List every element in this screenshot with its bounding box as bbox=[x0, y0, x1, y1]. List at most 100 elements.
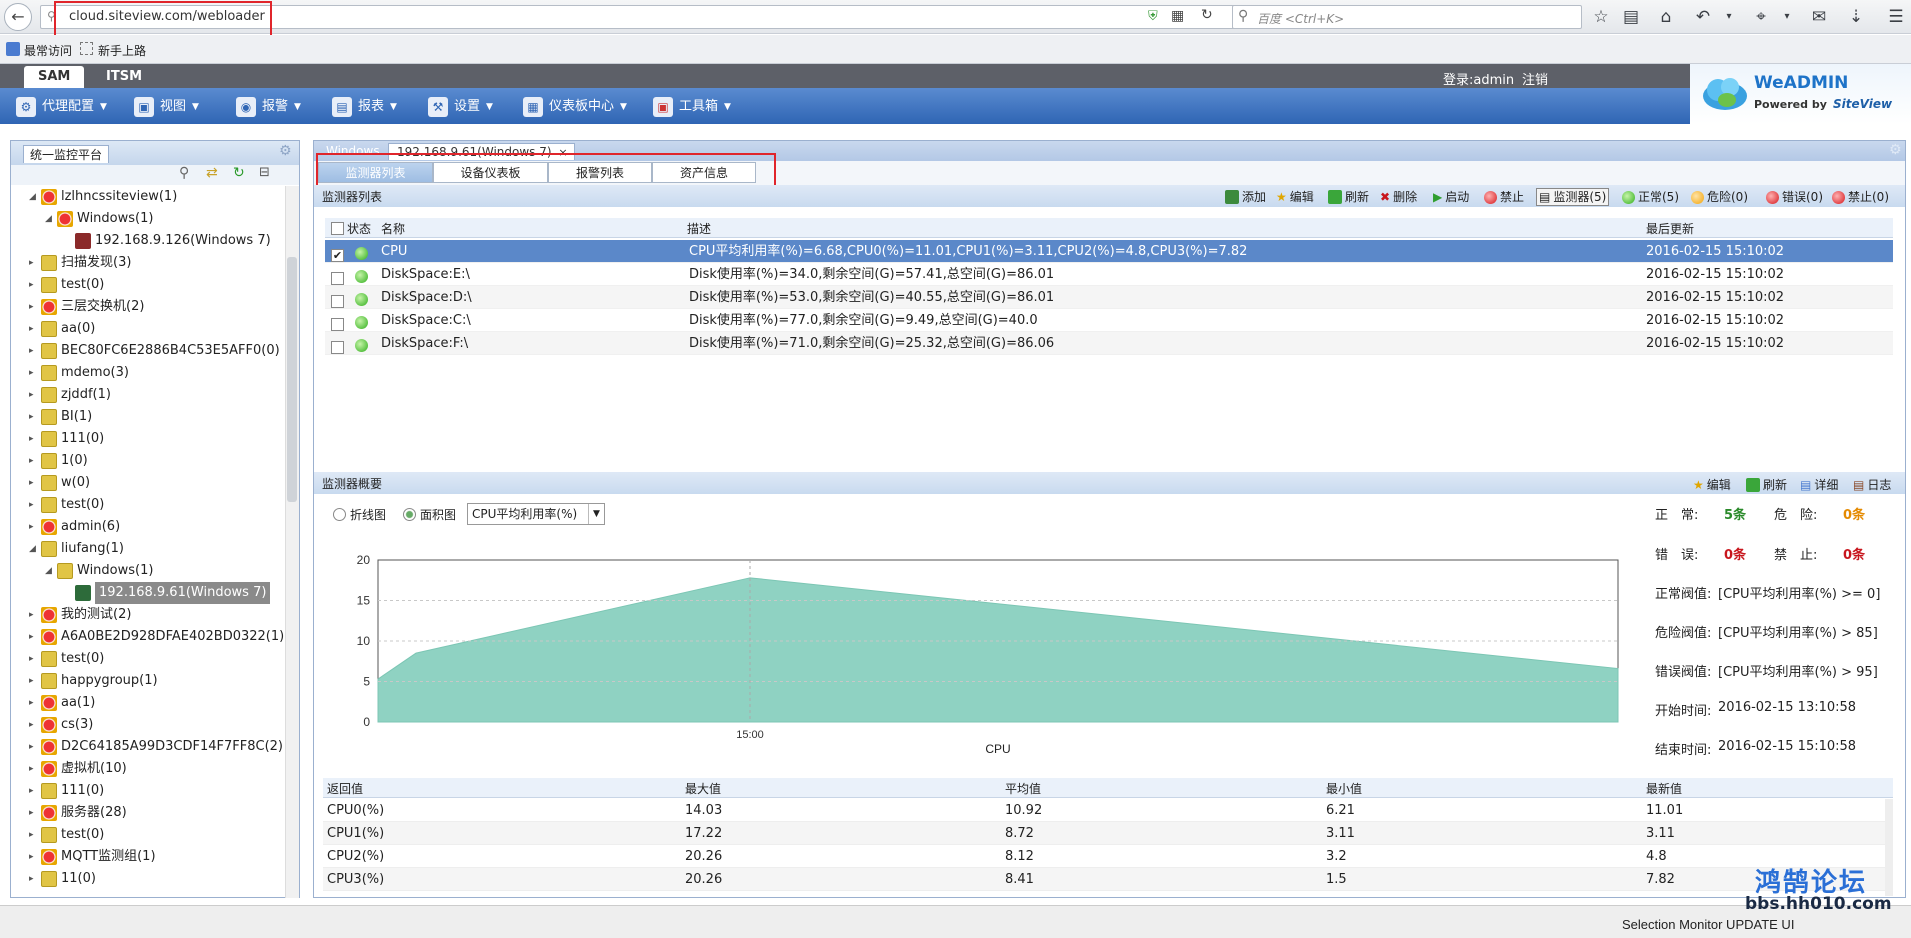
summary-edit-button[interactable]: ★ 编辑 bbox=[1693, 476, 1731, 494]
gear-icon[interactable]: ⚙ bbox=[279, 143, 292, 159]
expand-arrow-icon[interactable]: ▸ bbox=[29, 472, 37, 494]
shield-icon[interactable]: ⛨ bbox=[1148, 9, 1158, 24]
chevron-down-icon[interactable]: ▼ bbox=[588, 504, 604, 524]
row-checkbox[interactable] bbox=[331, 336, 344, 359]
tab-itsm[interactable]: ITSM bbox=[92, 66, 156, 88]
tree-item[interactable]: ▸ MQTT监测组(1) bbox=[29, 846, 156, 868]
expand-arrow-icon[interactable]: ▸ bbox=[29, 296, 37, 318]
tree-item[interactable]: ▸ 111(0) bbox=[29, 780, 104, 802]
chat-icon[interactable]: ✉ bbox=[1808, 6, 1830, 28]
expand-arrow-icon[interactable]: ▸ bbox=[29, 824, 37, 846]
expand-arrow-open-icon[interactable]: ◢ bbox=[45, 208, 53, 230]
table-row[interactable]: DiskSpace:E:\ Disk使用率(%)=34.0,剩余空间(G)=57.… bbox=[325, 263, 1893, 286]
menu-report[interactable]: ▤ 报表 ▼ bbox=[332, 96, 397, 118]
line-chart-radio[interactable]: 折线图 bbox=[333, 506, 386, 523]
expand-arrow-icon[interactable]: ▸ bbox=[29, 406, 37, 428]
expand-arrow-icon[interactable]: ▸ bbox=[29, 780, 37, 802]
summary-log-button[interactable]: ▤ 日志 bbox=[1853, 476, 1891, 494]
filter-forbidden[interactable]: 禁止(0) bbox=[1832, 188, 1889, 206]
disable-button[interactable]: 禁止 bbox=[1484, 188, 1524, 206]
chevron-down-icon[interactable]: ▾ bbox=[1718, 6, 1740, 28]
undo-icon[interactable]: ↶ bbox=[1692, 6, 1714, 28]
monitor-name[interactable]: DiskSpace:F:\ bbox=[381, 332, 468, 355]
tree-item[interactable]: ▸ cs(3) bbox=[29, 714, 93, 736]
star-icon[interactable]: ☆ bbox=[1590, 6, 1612, 28]
tree-item[interactable]: ▸ 扫描发现(3) bbox=[29, 252, 131, 274]
tree-item[interactable]: ▸ test(0) bbox=[29, 648, 104, 670]
reading-list-icon[interactable]: ▤ bbox=[1620, 6, 1642, 28]
table-row[interactable]: DiskSpace:F:\ Disk使用率(%)=71.0,剩余空间(G)=25.… bbox=[325, 332, 1893, 355]
menu-settings[interactable]: ⚒ 设置 ▼ bbox=[428, 96, 493, 118]
bookmark-most-visited[interactable]: 最常访问 bbox=[24, 42, 72, 59]
monitor-name[interactable]: CPU bbox=[381, 240, 407, 263]
locate-icon[interactable]: ⇄ bbox=[206, 165, 218, 181]
monitor-name[interactable]: DiskSpace:D:\ bbox=[381, 286, 472, 309]
expand-arrow-icon[interactable]: ▸ bbox=[29, 846, 37, 868]
menu-toolbox[interactable]: ▣ 工具箱 ▼ bbox=[653, 96, 731, 118]
col-name[interactable]: 名称 bbox=[381, 220, 405, 237]
expand-arrow-icon[interactable]: ▸ bbox=[29, 428, 37, 450]
monitors-button[interactable]: ▤ 监测器(5) bbox=[1536, 188, 1610, 206]
filter-normal[interactable]: 正常(5) bbox=[1622, 188, 1679, 206]
select-all-checkbox[interactable] bbox=[331, 221, 344, 235]
expand-arrow-icon[interactable]: ▸ bbox=[29, 692, 37, 714]
start-button[interactable]: ▶ 启动 bbox=[1433, 188, 1469, 206]
tree-item[interactable]: ▸ BI(1) bbox=[29, 406, 92, 428]
menu-icon[interactable]: ☰ bbox=[1885, 6, 1907, 28]
expand-arrow-icon[interactable]: ▸ bbox=[29, 362, 37, 384]
chevron-down-icon[interactable]: ▾ bbox=[1776, 6, 1798, 28]
home-icon[interactable]: ⌂ bbox=[1655, 6, 1677, 28]
delete-button[interactable]: ✖ 删除 bbox=[1380, 188, 1417, 206]
monitor-name[interactable]: DiskSpace:E:\ bbox=[381, 263, 470, 286]
expand-arrow-icon[interactable]: ▸ bbox=[29, 868, 37, 890]
table-row[interactable]: ✔ CPU CPU平均利用率(%)=6.68,CPU0(%)=11.01,CPU1(… bbox=[325, 240, 1893, 263]
tree-item[interactable]: ◢ lzlhncssiteview(1) bbox=[29, 186, 177, 208]
tree-item[interactable]: ◢ Windows(1) bbox=[45, 560, 153, 582]
tree-item[interactable]: ▸ test(0) bbox=[29, 274, 104, 296]
logout-link[interactable]: 注销 bbox=[1522, 69, 1548, 88]
tree-item[interactable]: ▸ D2C64185A99D3CDF14F7FF8C(2) bbox=[29, 736, 283, 758]
expand-arrow-icon[interactable]: ▸ bbox=[29, 450, 37, 472]
area-chart-radio[interactable]: 面积图 bbox=[403, 506, 456, 523]
table-row[interactable]: DiskSpace:D:\ Disk使用率(%)=53.0,剩余空间(G)=40.… bbox=[325, 286, 1893, 309]
expand-arrow-open-icon[interactable]: ◢ bbox=[29, 186, 37, 208]
summary-refresh-button[interactable]: 刷新 bbox=[1746, 476, 1787, 494]
monitor-name[interactable]: DiskSpace:C:\ bbox=[381, 309, 471, 332]
tree-item[interactable]: ▸ 111(0) bbox=[29, 428, 104, 450]
reload-icon[interactable]: ↻ bbox=[1201, 7, 1213, 23]
expand-arrow-open-icon[interactable]: ◢ bbox=[45, 560, 53, 582]
expand-arrow-icon[interactable]: ▸ bbox=[29, 252, 37, 274]
tree-item[interactable]: 192.168.9.61(Windows 7) bbox=[63, 582, 271, 604]
tree-item[interactable]: ▸ BEC80FC6E2886B4C53E5AFF0(0) bbox=[29, 340, 280, 362]
search-icon[interactable]: ⚲ bbox=[179, 165, 189, 181]
expand-arrow-icon[interactable]: ▸ bbox=[29, 736, 37, 758]
refresh-button[interactable]: 刷新 bbox=[1328, 188, 1369, 206]
tree-item[interactable]: ▸ 我的测试(2) bbox=[29, 604, 131, 626]
tree-item[interactable]: ◢ liufang(1) bbox=[29, 538, 124, 560]
tab-sam[interactable]: SAM bbox=[24, 66, 85, 88]
table-row[interactable]: DiskSpace:C:\ Disk使用率(%)=77.0,剩余空间(G)=9.4… bbox=[325, 309, 1893, 332]
tree-item[interactable]: ▸ w(0) bbox=[29, 472, 90, 494]
expand-arrow-icon[interactable]: ▸ bbox=[29, 758, 37, 780]
refresh-icon[interactable]: ↻ bbox=[233, 165, 245, 181]
gear-icon[interactable]: ⚙ bbox=[1889, 142, 1902, 158]
tree-item[interactable]: ▸ 11(0) bbox=[29, 868, 96, 890]
tree-item[interactable]: ▸ A6A0BE2D928DFAE402BD0322(1) bbox=[29, 626, 284, 648]
metric-select[interactable]: CPU平均利用率(%) ▼ bbox=[467, 503, 605, 525]
tree-item[interactable]: ▸ admin(6) bbox=[29, 516, 120, 538]
tree-item[interactable]: ▸ zjddf(1) bbox=[29, 384, 111, 406]
tree-item[interactable]: ▸ aa(1) bbox=[29, 692, 95, 714]
expand-arrow-icon[interactable]: ▸ bbox=[29, 648, 37, 670]
col-status[interactable]: 状态 bbox=[347, 220, 371, 237]
expand-arrow-icon[interactable]: ▸ bbox=[29, 714, 37, 736]
left-panel-title[interactable]: 统一监控平台 bbox=[23, 145, 110, 163]
qrcode-icon[interactable]: ▦ bbox=[1171, 8, 1184, 24]
tree-item[interactable]: ▸ aa(0) bbox=[29, 318, 95, 340]
expand-arrow-icon[interactable]: ▸ bbox=[29, 802, 37, 824]
tree-item[interactable]: ▸ happygroup(1) bbox=[29, 670, 158, 692]
expand-arrow-open-icon[interactable]: ◢ bbox=[29, 538, 37, 560]
expand-arrow-icon[interactable]: ▸ bbox=[29, 274, 37, 296]
tree-item[interactable]: ▸ mdemo(3) bbox=[29, 362, 129, 384]
expand-arrow-icon[interactable]: ▸ bbox=[29, 670, 37, 692]
menu-agent-config[interactable]: ⚙ 代理配置 ▼ bbox=[16, 96, 107, 118]
